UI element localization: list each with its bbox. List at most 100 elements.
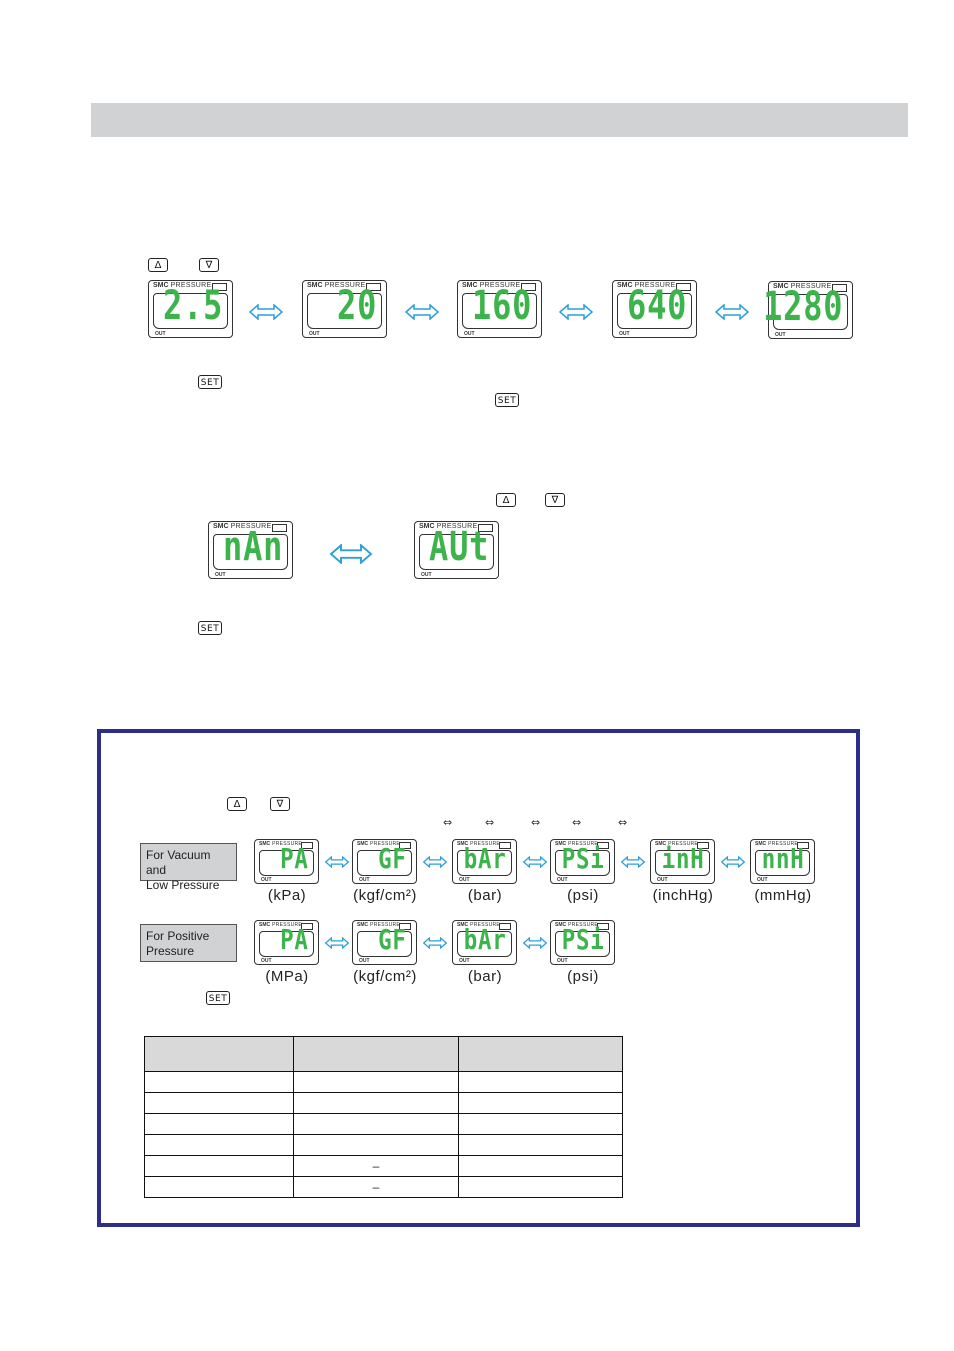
up-key-icon: Δ	[496, 493, 516, 507]
double-arrow-icon	[559, 304, 593, 320]
lcd-value: 640	[626, 283, 687, 329]
double-arrow-icon	[523, 856, 547, 868]
lcd-display: SMC PRESSURE 160 OUT	[457, 280, 542, 338]
lcd-display: SMC PRESSURE PSi OUT	[550, 920, 615, 965]
section-header-bar	[91, 103, 908, 137]
double-arrow-icon	[249, 304, 283, 320]
out-label: OUT	[155, 331, 166, 337]
double-arrow-icon	[621, 856, 645, 868]
up-key-icon: Δ	[148, 258, 168, 272]
lcd-screen: inH	[655, 845, 710, 876]
lcd-display: SMC PRESSURE 2.5 OUT	[148, 280, 233, 338]
double-arrow-icon	[405, 304, 439, 320]
table-cell	[293, 1071, 459, 1093]
double-arrow-icon: ⇔	[618, 816, 628, 829]
up-key-icon: Δ	[227, 797, 247, 811]
unit-label: (psi)	[567, 887, 599, 904]
double-arrow-icon	[423, 937, 447, 949]
lcd-screen: 20	[307, 286, 382, 329]
lcd-value: nAn	[222, 524, 283, 570]
lcd-display: SMC PRESSURE nAn OUT	[208, 521, 293, 579]
lcd-display: SMC PRESSURE inH OUT	[650, 839, 715, 884]
lcd-value: PA	[280, 923, 309, 956]
table-cell	[458, 1113, 623, 1135]
table-cell: –	[293, 1155, 459, 1177]
table-row: –	[144, 1155, 623, 1177]
table-header	[293, 1036, 459, 1072]
table-cell	[458, 1134, 623, 1156]
lcd-value: 160	[471, 283, 532, 329]
down-key-icon: ∇	[199, 258, 219, 272]
table-cell	[144, 1071, 294, 1093]
double-arrow-icon: ⇔	[485, 816, 495, 829]
out-label: OUT	[261, 958, 272, 964]
table-cell	[293, 1092, 459, 1114]
lcd-screen: 640	[617, 286, 692, 329]
lcd-value: PSi	[562, 923, 605, 956]
lcd-screen: AUt	[419, 527, 494, 570]
down-key-icon: ∇	[270, 797, 290, 811]
lcd-display: SMC PRESSURE AUt OUT	[414, 521, 499, 579]
label-line: Low Pressure	[146, 878, 220, 892]
lcd-screen: PSi	[555, 845, 610, 876]
lcd-value: 2.5	[162, 283, 223, 329]
set-key-icon: SET	[198, 375, 222, 389]
double-arrow-icon	[423, 856, 447, 868]
lcd-value: bAr	[464, 923, 507, 956]
lcd-display: SMC PRESSURE 20 OUT	[302, 280, 387, 338]
set-key-icon: SET	[198, 621, 222, 635]
table-cell	[144, 1092, 294, 1114]
lcd-screen: PA	[259, 926, 314, 957]
out-label: OUT	[775, 332, 786, 338]
lcd-value: AUt	[428, 524, 489, 570]
unit-label: (psi)	[567, 968, 599, 985]
label-line: For Vacuum and	[146, 848, 211, 877]
table-cell	[144, 1113, 294, 1135]
lcd-value: 1280	[762, 284, 843, 330]
set-key-icon: SET	[206, 991, 230, 1005]
lcd-display: SMC PRESSURE bAr OUT	[452, 920, 517, 965]
lcd-display: SMC PRESSURE GF OUT	[352, 839, 417, 884]
double-arrow-icon: ⇔	[531, 816, 541, 829]
lcd-display: SMC PRESSURE PA OUT	[254, 839, 319, 884]
out-label: OUT	[359, 877, 370, 883]
unit-label: (inchHg)	[652, 887, 714, 904]
table-cell	[144, 1155, 294, 1177]
lcd-display: SMC PRESSURE 1280 OUT	[763, 281, 853, 339]
out-label: OUT	[619, 331, 630, 337]
lcd-value: nnH	[762, 842, 805, 875]
lcd-screen: 160	[462, 286, 537, 329]
unit-label: (kgf/cm²)	[353, 968, 417, 985]
lcd-value: GF	[378, 842, 407, 875]
lcd-display: SMC PRESSURE PSi OUT	[550, 839, 615, 884]
lcd-display: SMC PRESSURE GF OUT	[352, 920, 417, 965]
lcd-value: GF	[378, 923, 407, 956]
out-label: OUT	[359, 958, 370, 964]
table-row	[144, 1134, 623, 1156]
positive-category-label: For Positive Pressure	[140, 924, 237, 962]
table-cell	[293, 1134, 459, 1156]
table-cell	[458, 1092, 623, 1114]
double-arrow-icon	[721, 856, 745, 868]
table-cell	[458, 1071, 623, 1093]
label-line: For Positive	[146, 929, 210, 943]
out-label: OUT	[215, 572, 226, 578]
lcd-screen: 1280	[763, 287, 848, 330]
lcd-display: SMC PRESSURE PA OUT	[254, 920, 319, 965]
lcd-value: PSi	[562, 842, 605, 875]
table-header-row	[144, 1036, 623, 1072]
table-cell	[144, 1134, 294, 1156]
table-row	[144, 1071, 623, 1093]
lcd-value: inH	[662, 842, 705, 875]
lcd-value: bAr	[464, 842, 507, 875]
table-row: –	[144, 1176, 623, 1198]
table-row	[144, 1113, 623, 1135]
table-header	[458, 1036, 623, 1072]
lcd-screen: 2.5	[153, 286, 228, 329]
lcd-screen: PSi	[555, 926, 610, 957]
out-label: OUT	[757, 877, 768, 883]
lcd-screen: nAn	[213, 527, 288, 570]
lcd-screen: bAr	[457, 845, 512, 876]
lcd-screen: nnH	[755, 845, 810, 876]
double-arrow-icon	[325, 856, 349, 868]
